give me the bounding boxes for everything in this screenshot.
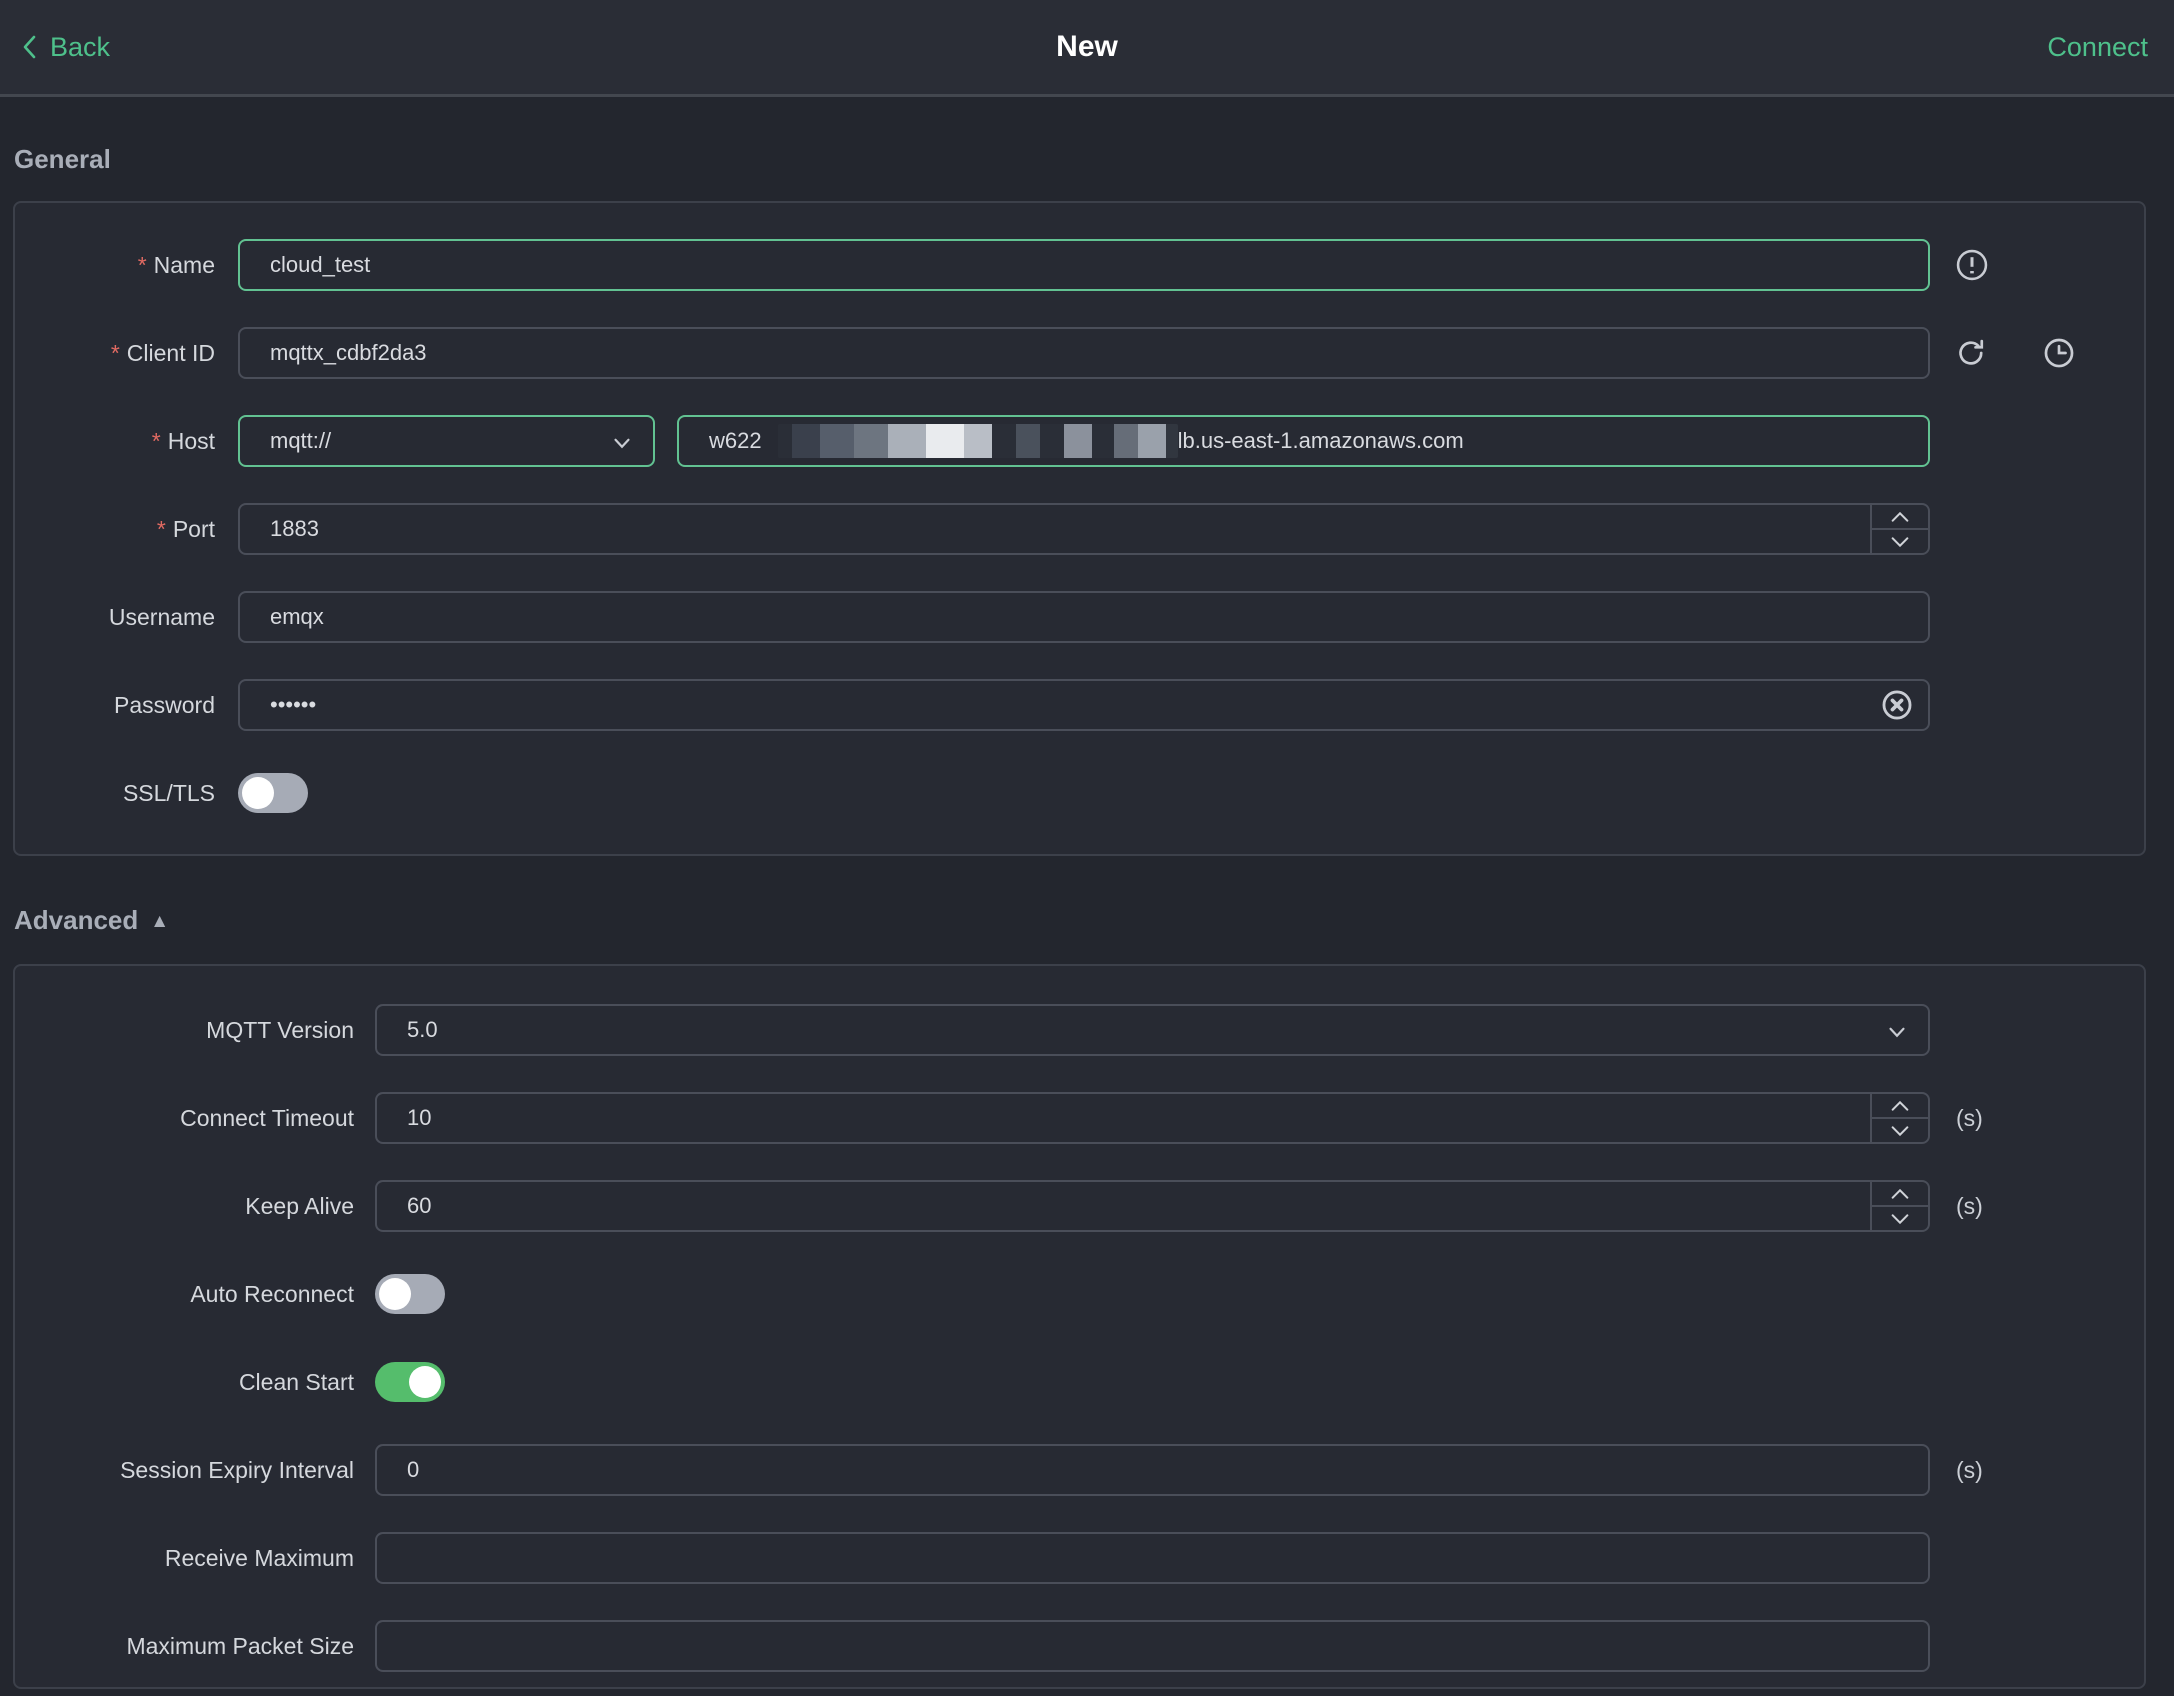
name-input[interactable]	[238, 239, 1930, 291]
name-label: * Name	[137, 251, 215, 278]
ssl-toggle[interactable]	[238, 773, 308, 813]
host-protocol-value: mqtt://	[270, 428, 332, 453]
maximum-packet-size-input[interactable]	[375, 1620, 1930, 1672]
chevron-down-icon	[1884, 1019, 1910, 1045]
keep-alive-spinner	[1870, 1182, 1928, 1230]
mqtt-version-value: 5.0	[407, 1017, 438, 1042]
toggle-knob	[379, 1278, 411, 1310]
host-protocol-select[interactable]: mqtt://	[238, 415, 655, 467]
toggle-knob	[409, 1366, 441, 1398]
advanced-section-label: Advanced	[14, 905, 139, 935]
ssl-label: SSL/TLS	[122, 779, 215, 806]
receive-maximum-input[interactable]	[375, 1532, 1930, 1584]
required-marker: *	[137, 251, 147, 278]
required-marker: *	[110, 339, 120, 366]
auto-reconnect-label: Auto Reconnect	[190, 1280, 354, 1307]
host-address-suffix: lb.us-east-1.amazonaws.com	[1177, 428, 1464, 453]
username-input[interactable]	[238, 591, 1930, 643]
port-label: * Port	[156, 515, 215, 542]
host-redacted-blur	[777, 424, 1178, 458]
toggle-knob	[242, 777, 274, 809]
clear-circle-x-icon[interactable]	[1880, 688, 1914, 722]
maximum-packet-size-label: Maximum Packet Size	[126, 1632, 354, 1659]
session-expiry-input[interactable]	[375, 1444, 1930, 1496]
host-label: * Host	[151, 427, 215, 454]
general-panel: *Name *Client ID	[13, 201, 2146, 856]
auto-reconnect-row: Auto Reconnect	[15, 1250, 2144, 1338]
client-id-row: * Client ID	[15, 309, 2144, 397]
keep-alive-stepper	[375, 1180, 1930, 1232]
connect-timeout-input[interactable]	[377, 1094, 1870, 1142]
receive-maximum-row: Receive Maximum	[15, 1514, 2144, 1602]
required-marker: *	[156, 515, 166, 542]
spin-up-button[interactable]	[1872, 1094, 1928, 1119]
receive-maximum-label: Receive Maximum	[164, 1544, 354, 1571]
host-row: * Host mqtt:// w622 lb.us-east-1.amazonaw…	[15, 397, 2144, 485]
warning-icon	[1954, 247, 1990, 283]
session-expiry-label: Session Expiry Interval	[120, 1456, 354, 1483]
mqttx-new-connection-page: Back New Connect General *Name *C	[0, 0, 2174, 1696]
spin-down-button[interactable]	[1872, 1207, 1928, 1230]
port-row: * Port	[15, 485, 2144, 573]
connect-timeout-spinner	[1870, 1094, 1928, 1142]
seconds-unit: (s)	[1956, 1104, 1983, 1131]
required-marker: *	[151, 427, 161, 454]
mqtt-version-select[interactable]: 5.0	[375, 1004, 1930, 1056]
spin-up-button[interactable]	[1872, 505, 1928, 530]
general-section-title: General	[14, 144, 111, 174]
password-wrap	[238, 679, 1930, 731]
keep-alive-row: Keep Alive (s)	[15, 1162, 2144, 1250]
host-address-input[interactable]: w622 lb.us-east-1.amazonaws.com	[677, 415, 1930, 467]
clean-start-toggle[interactable]	[375, 1362, 445, 1402]
password-label: Password	[114, 691, 215, 718]
history-clock-icon[interactable]	[2042, 336, 2076, 370]
keep-alive-label: Keep Alive	[245, 1192, 354, 1219]
clean-start-row: Clean Start	[15, 1338, 2144, 1426]
connect-button[interactable]: Connect	[2047, 0, 2148, 94]
username-row: Username	[15, 573, 2144, 661]
ssl-row: SSL/TLS	[15, 749, 2144, 837]
mqtt-version-label: MQTT Version	[206, 1016, 354, 1043]
spin-down-button[interactable]	[1872, 1119, 1928, 1142]
seconds-unit: (s)	[1956, 1192, 1983, 1219]
spin-down-button[interactable]	[1872, 530, 1928, 553]
seconds-unit: (s)	[1956, 1456, 1983, 1483]
port-stepper	[238, 503, 1930, 555]
collapse-up-icon: ▲	[150, 910, 170, 932]
client-id-input[interactable]	[238, 327, 1930, 379]
port-input[interactable]	[240, 505, 1870, 553]
auto-reconnect-toggle[interactable]	[375, 1274, 445, 1314]
keep-alive-input[interactable]	[377, 1182, 1870, 1230]
connect-timeout-row: Connect Timeout (s)	[15, 1074, 2144, 1162]
mqtt-version-row: MQTT Version 5.0	[15, 986, 2144, 1074]
name-row: * Name	[15, 221, 2144, 309]
spin-up-button[interactable]	[1872, 1182, 1928, 1207]
client-id-label: * Client ID	[110, 339, 215, 366]
advanced-section-toggle[interactable]: Advanced ▲	[14, 905, 169, 936]
port-spinner	[1870, 505, 1928, 553]
username-label: Username	[108, 603, 215, 630]
password-input[interactable]	[238, 679, 1930, 731]
maximum-packet-size-row: Maximum Packet Size	[15, 1602, 2144, 1690]
password-row: Password	[15, 661, 2144, 749]
session-expiry-row: Session Expiry Interval (s)	[15, 1426, 2144, 1514]
connect-timeout-stepper	[375, 1092, 1930, 1144]
clean-start-label: Clean Start	[238, 1368, 354, 1395]
refresh-icon[interactable]	[1954, 336, 1988, 370]
advanced-panel: MQTT Version 5.0 Connect Timeout 10 (s) …	[13, 964, 2146, 1689]
page-title: New	[1056, 30, 1118, 63]
connect-timeout-label: Connect Timeout	[180, 1104, 354, 1131]
top-bar: Back New Connect	[0, 0, 2174, 97]
host-address-prefix: w622	[709, 428, 762, 453]
chevron-down-icon	[609, 430, 635, 456]
